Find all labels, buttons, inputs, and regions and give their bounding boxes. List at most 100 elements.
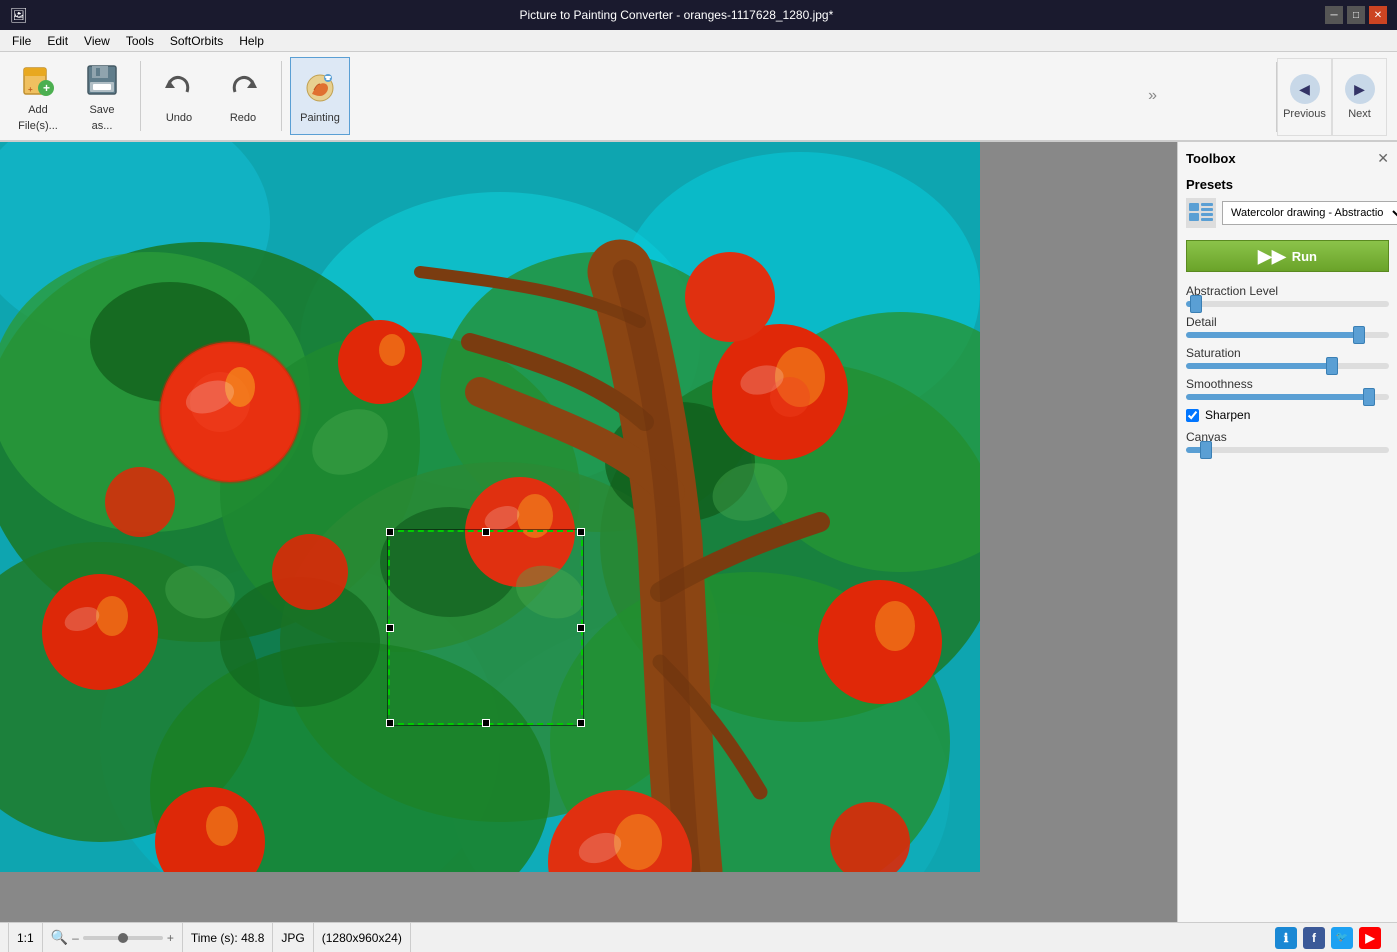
minimize-button[interactable]: ─ [1325,6,1343,24]
run-arrow-icon: ▶▶ [1258,246,1286,267]
menu-help[interactable]: Help [231,32,272,50]
menu-softorbits[interactable]: SoftOrbits [162,32,231,50]
sharpen-checkbox[interactable] [1186,409,1199,422]
canvas-section: Canvas [1186,430,1389,453]
painting-label: Painting [300,112,340,124]
previous-label: Previous [1283,108,1326,120]
save-as-icon [82,60,122,100]
undo-icon [159,68,199,108]
svg-text:+: + [43,81,50,95]
detail-section: Detail [1186,315,1389,338]
maximize-button[interactable]: □ [1347,6,1365,24]
youtube-icon[interactable]: ▶ [1359,927,1381,949]
menubar: File Edit View Tools SoftOrbits Help [0,30,1397,52]
menu-file[interactable]: File [4,32,39,50]
toolbox-header: Toolbox ✕ [1186,150,1389,167]
presets-label: Presets [1186,177,1389,192]
redo-label: Redo [230,112,256,124]
toolbox-title: Toolbox [1186,151,1236,166]
painting-icon [300,68,340,108]
zoom-minus-icon[interactable]: – [72,931,79,945]
save-as-label: Save [89,104,114,116]
next-button[interactable]: ▶ Next [1332,58,1387,136]
abstraction-level-section: Abstraction Level [1186,284,1389,307]
zoom-control[interactable]: 🔍 – + [43,923,183,952]
zoom-ratio-label: 1:1 [17,931,34,945]
menu-view[interactable]: View [76,32,118,50]
next-arrow-icon: ▶ [1345,74,1375,104]
saturation-section: Saturation [1186,346,1389,369]
facebook-icon[interactable]: f [1303,927,1325,949]
abstraction-level-label: Abstraction Level [1186,284,1389,298]
save-as-label2: as... [92,120,113,132]
saturation-slider[interactable] [1186,363,1389,369]
toolbox-close-button[interactable]: ✕ [1377,150,1389,167]
zoom-thumb[interactable] [118,933,128,943]
undo-label: Undo [166,112,192,124]
smoothness-label: Smoothness [1186,377,1389,391]
nav-buttons: ◀ Previous ▶ Next [1276,52,1387,142]
previous-button[interactable]: ◀ Previous [1277,58,1332,136]
painting-svg [0,142,980,872]
menu-tools[interactable]: Tools [118,32,162,50]
add-files-icon: + + [18,60,58,100]
close-button[interactable]: ✕ [1369,6,1387,24]
next-label: Next [1348,108,1371,120]
statusbar: 1:1 🔍 – + Time (s): 48.8 JPG (1280x960x2… [0,922,1397,952]
abstraction-level-thumb[interactable] [1190,295,1202,313]
detail-thumb[interactable] [1353,326,1365,344]
time-value: 48.8 [241,931,264,945]
presets-dropdown[interactable]: Watercolor drawing - Abstractio [1222,201,1397,225]
saturation-label: Saturation [1186,346,1389,360]
dimensions-section: (1280x960x24) [314,923,411,952]
saturation-fill [1186,363,1332,369]
social-icons: ℹ f 🐦 ▶ [1275,927,1389,949]
zoom-decrease-icon[interactable]: 🔍 [51,929,68,946]
canvas-thumb[interactable] [1200,441,1212,459]
smoothness-thumb[interactable] [1363,388,1375,406]
twitter-icon[interactable]: 🐦 [1331,927,1353,949]
add-files-button[interactable]: + + Add File(s)... [8,57,68,135]
smoothness-slider[interactable] [1186,394,1389,400]
redo-button[interactable]: Redo [213,57,273,135]
app-icon: 🖼 [10,7,28,24]
sharpen-row: Sharpen [1186,408,1389,422]
redo-icon [223,68,263,108]
smoothness-fill [1186,394,1369,400]
add-files-label: Add [28,104,48,116]
format-label: JPG [281,931,304,945]
titlebar-title: Picture to Painting Converter - oranges-… [28,8,1325,22]
menu-edit[interactable]: Edit [39,32,76,50]
toolbar-separator-1 [140,61,141,131]
run-button[interactable]: ▶▶ Run [1186,240,1389,272]
previous-arrow-icon: ◀ [1290,74,1320,104]
zoom-track[interactable] [83,936,163,940]
run-label: Run [1292,249,1317,264]
titlebar: 🖼 Picture to Painting Converter - orange… [0,0,1397,30]
saturation-thumb[interactable] [1326,357,1338,375]
abstraction-level-slider[interactable] [1186,301,1389,307]
painting-button[interactable]: Painting [290,57,350,135]
main-area: Toolbox ✕ Presets Watercolor [0,142,1397,922]
toolbox-panel: Toolbox ✕ Presets Watercolor [1177,142,1397,922]
presets-icon [1186,198,1216,228]
time-label: Time (s): [191,931,238,945]
presets-row: Watercolor drawing - Abstractio [1186,198,1389,228]
sharpen-label[interactable]: Sharpen [1205,408,1250,422]
info-icon[interactable]: ℹ [1275,927,1297,949]
format-section: JPG [273,923,313,952]
detail-slider[interactable] [1186,332,1389,338]
canvas-slider[interactable] [1186,447,1389,453]
toolbar-separator-2 [281,61,282,131]
presets-section: Presets Watercolor drawing - Abstractio [1186,177,1389,228]
toolbar-expand[interactable]: » [1148,87,1157,105]
svg-text:+: + [28,85,33,94]
time-section: Time (s): 48.8 [183,923,274,952]
smoothness-section: Smoothness [1186,377,1389,400]
detail-fill [1186,332,1359,338]
canvas-area[interactable] [0,142,1177,922]
undo-button[interactable]: Undo [149,57,209,135]
save-as-button[interactable]: Save as... [72,57,132,135]
zoom-plus-icon[interactable]: + [167,931,174,945]
titlebar-controls: ─ □ ✕ [1325,6,1387,24]
